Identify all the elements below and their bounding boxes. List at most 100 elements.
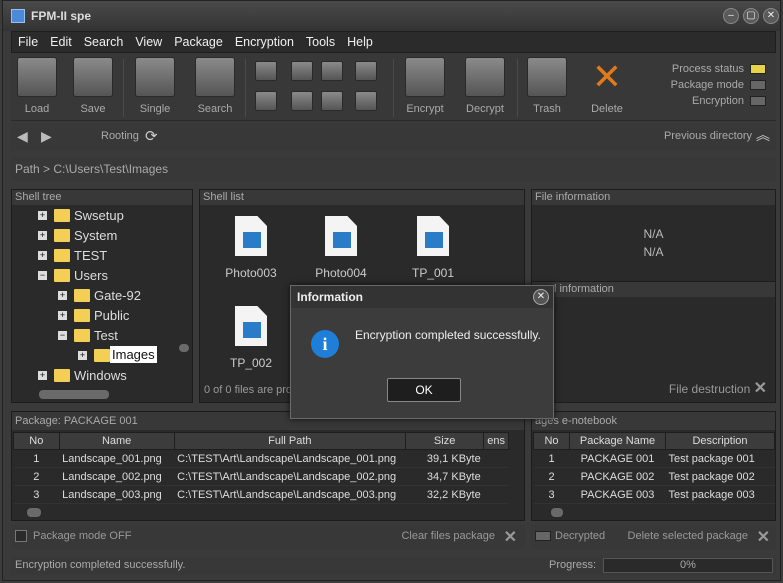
menu-package[interactable]: Package: [168, 32, 229, 52]
file-info-title: File information: [532, 190, 775, 205]
ok-button[interactable]: OK: [387, 378, 461, 402]
table-row[interactable]: 3 PACKAGE 003 Test package 003: [533, 485, 775, 504]
folder-icon: [54, 369, 70, 382]
file-item[interactable]: TP_001: [398, 216, 468, 280]
file-destruction-label: File destruction: [668, 382, 751, 396]
menu-encryption[interactable]: Encryption: [229, 32, 300, 52]
collapse-icon: −: [58, 330, 67, 340]
tree-item[interactable]: − Users: [12, 266, 178, 286]
tree-item[interactable]: + Gate-92: [12, 286, 178, 306]
tree-item[interactable]: + Windows: [12, 366, 178, 386]
collapse-icon: −: [38, 270, 47, 280]
binoculars-icon: [195, 57, 235, 97]
single-label: Single: [139, 103, 171, 115]
refresh-icon[interactable]: ⟳: [145, 127, 158, 145]
clear-files-package-label[interactable]: Clear files package: [401, 530, 495, 542]
image-file-icon: [325, 216, 357, 256]
print-icon[interactable]: [321, 61, 343, 81]
single-icon: [135, 57, 175, 97]
destroy-x-icon: ✕: [753, 380, 767, 397]
delete-package-x-icon[interactable]: ✕: [757, 527, 770, 547]
notebook-actions: Decrypted Delete selected package ✕: [531, 525, 776, 549]
package-mode-checkbox[interactable]: [15, 530, 27, 542]
folder-tree-icon[interactable]: [291, 61, 313, 81]
search-button[interactable]: Search: [191, 57, 239, 115]
tree-item[interactable]: − Test: [12, 326, 178, 346]
encrypt-button[interactable]: Encrypt: [401, 57, 449, 115]
package-scrollbar[interactable]: [509, 432, 523, 504]
save-label: Save: [80, 103, 106, 115]
notebook-hscrollbar[interactable]: [533, 505, 775, 519]
tree-item[interactable]: + TEST: [12, 246, 178, 266]
shell-list-title: Shell list: [200, 190, 524, 205]
menu-help[interactable]: Help: [341, 32, 379, 52]
package-hscrollbar[interactable]: [13, 505, 509, 519]
table-row[interactable]: 2 Landscape_002.png C:\TEST\Art\Landscape\…: [13, 467, 509, 486]
trash-label: Trash: [533, 103, 561, 115]
forward-arrow-icon[interactable]: ▶: [41, 128, 52, 145]
copy-icon[interactable]: [255, 61, 277, 81]
table-row[interactable]: 2 PACKAGE 002 Test package 002: [533, 467, 775, 486]
clear-x-icon[interactable]: ✕: [504, 527, 517, 547]
window-title: FPM-II spe: [31, 9, 92, 23]
up-chevron-icon[interactable]: ︽: [756, 125, 770, 145]
tree-item[interactable]: + Swsetup: [12, 206, 178, 226]
decrypt-button[interactable]: Decrypt: [461, 57, 509, 115]
key-icon: [465, 57, 505, 97]
network-icon[interactable]: [291, 91, 313, 111]
menu-search[interactable]: Search: [78, 32, 130, 52]
file-item[interactable]: Photo003: [216, 216, 286, 280]
add-icon[interactable]: [255, 91, 277, 111]
table-row[interactable]: 3 Landscape_003.png C:\TEST\Art\Landscape\…: [13, 485, 509, 504]
menu-edit[interactable]: Edit: [44, 32, 78, 52]
close-button[interactable]: ✕: [763, 8, 779, 24]
decrypt-label: Decrypt: [466, 103, 504, 115]
progress-label: Progress:: [549, 559, 597, 571]
table-row[interactable]: 1 Landscape_001.png C:\TEST\Art\Landscape\…: [13, 449, 509, 468]
delete-button[interactable]: ✕ Delete: [583, 57, 631, 116]
trash-button[interactable]: Trash: [523, 57, 571, 115]
file-destruction[interactable]: File destruction ✕: [669, 378, 767, 398]
menu-file[interactable]: File: [12, 32, 44, 52]
title-bar: FPM-II spe – ▢ ✕: [3, 1, 780, 31]
delete-package-label[interactable]: Delete selected package: [628, 530, 748, 542]
folder-icon: [54, 249, 70, 262]
previous-directory-label[interactable]: Previous directory: [664, 130, 752, 142]
tree-item[interactable]: + Public: [12, 306, 178, 326]
menu-view[interactable]: View: [129, 32, 168, 52]
recycle-icon: [527, 57, 567, 97]
rooting-label[interactable]: Rooting: [101, 130, 139, 142]
tree-scrollbar[interactable]: [177, 206, 191, 386]
save-button[interactable]: Save: [69, 57, 117, 115]
file-item[interactable]: TP_002: [216, 306, 286, 370]
checklist-icon[interactable]: [355, 61, 377, 81]
path-value[interactable]: C:\Users\Test\Images: [53, 162, 168, 176]
encryption-led: [750, 96, 766, 107]
single-button[interactable]: Single: [131, 57, 179, 115]
load-button[interactable]: Load: [13, 57, 61, 115]
tree-item-selected[interactable]: + Images: [12, 346, 178, 366]
tree-hscrollbar[interactable]: [13, 387, 177, 401]
search-label: Search: [197, 103, 233, 115]
save-icon: [73, 57, 113, 97]
maximize-button[interactable]: ▢: [743, 8, 759, 24]
structure-icon[interactable]: [321, 91, 343, 111]
app-window: FPM-II spe – ▢ ✕ File Edit Search View Packa…: [2, 0, 781, 581]
menu-tools[interactable]: Tools: [300, 32, 341, 52]
dialog-close-icon[interactable]: ✕: [533, 289, 549, 305]
shell-tree-title: Shell tree: [12, 190, 192, 205]
drive-icon[interactable]: [355, 91, 377, 111]
package-panel: Package: PACKAGE 001 No Name Full Path Size…: [11, 411, 525, 521]
toolbar: Load Save Single Search Encrypt Decrypt …: [11, 53, 776, 121]
tree-item[interactable]: + System: [12, 226, 178, 246]
file-info-line1: N/A: [643, 227, 664, 241]
back-arrow-icon[interactable]: ◀: [17, 128, 28, 145]
file-item[interactable]: Photo004: [306, 216, 376, 280]
file-info-panel: File information N/A N/A: [531, 189, 776, 283]
decrypted-label: Decrypted: [555, 530, 606, 542]
minimize-button[interactable]: –: [723, 8, 739, 24]
process-status-led: [750, 64, 766, 75]
folder-icon: [94, 349, 110, 362]
table-row[interactable]: 1 PACKAGE 001 Test package 001: [533, 449, 775, 468]
expand-icon: +: [78, 350, 87, 360]
